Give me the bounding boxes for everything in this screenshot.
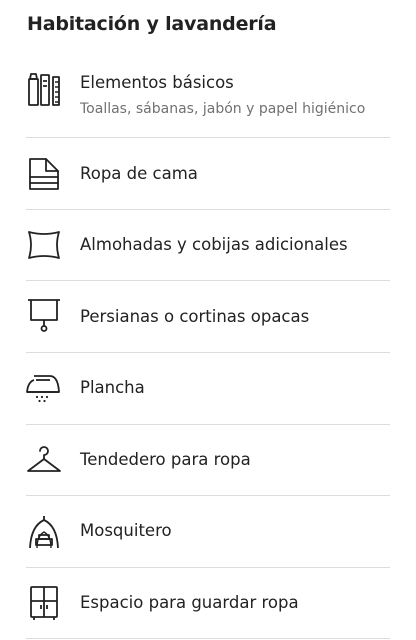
amenity-label: Persianas o cortinas opacas [80,307,310,326]
divider [26,638,390,639]
mosquito-net-icon [26,514,62,550]
amenity-label: Almohadas y cobijas adicionales [80,235,348,254]
hanger-icon [26,443,62,479]
blinds-icon [26,297,62,333]
divider [26,352,390,353]
bed-linens-icon [26,156,62,192]
divider [26,495,390,496]
divider [26,567,390,568]
iron-icon [26,370,62,406]
amenity-label: Ropa de cama [80,164,198,183]
amenity-label: Mosquitero [80,521,172,540]
amenity-list: Elementos básicos Toallas, sábanas, jabó… [0,0,416,640]
amenity-label: Elementos básicos [80,73,234,92]
divider [26,424,390,425]
wardrobe-icon [26,585,62,621]
amenity-label: Tendedero para ropa [80,450,251,469]
divider [26,280,390,281]
toiletries-icon [26,72,62,108]
pillow-icon [26,227,62,263]
divider [26,209,390,210]
divider [26,137,390,138]
amenity-label: Espacio para guardar ropa [80,593,299,612]
amenity-label: Plancha [80,378,145,397]
amenity-sublabel: Toallas, sábanas, jabón y papel higiénic… [80,101,366,117]
